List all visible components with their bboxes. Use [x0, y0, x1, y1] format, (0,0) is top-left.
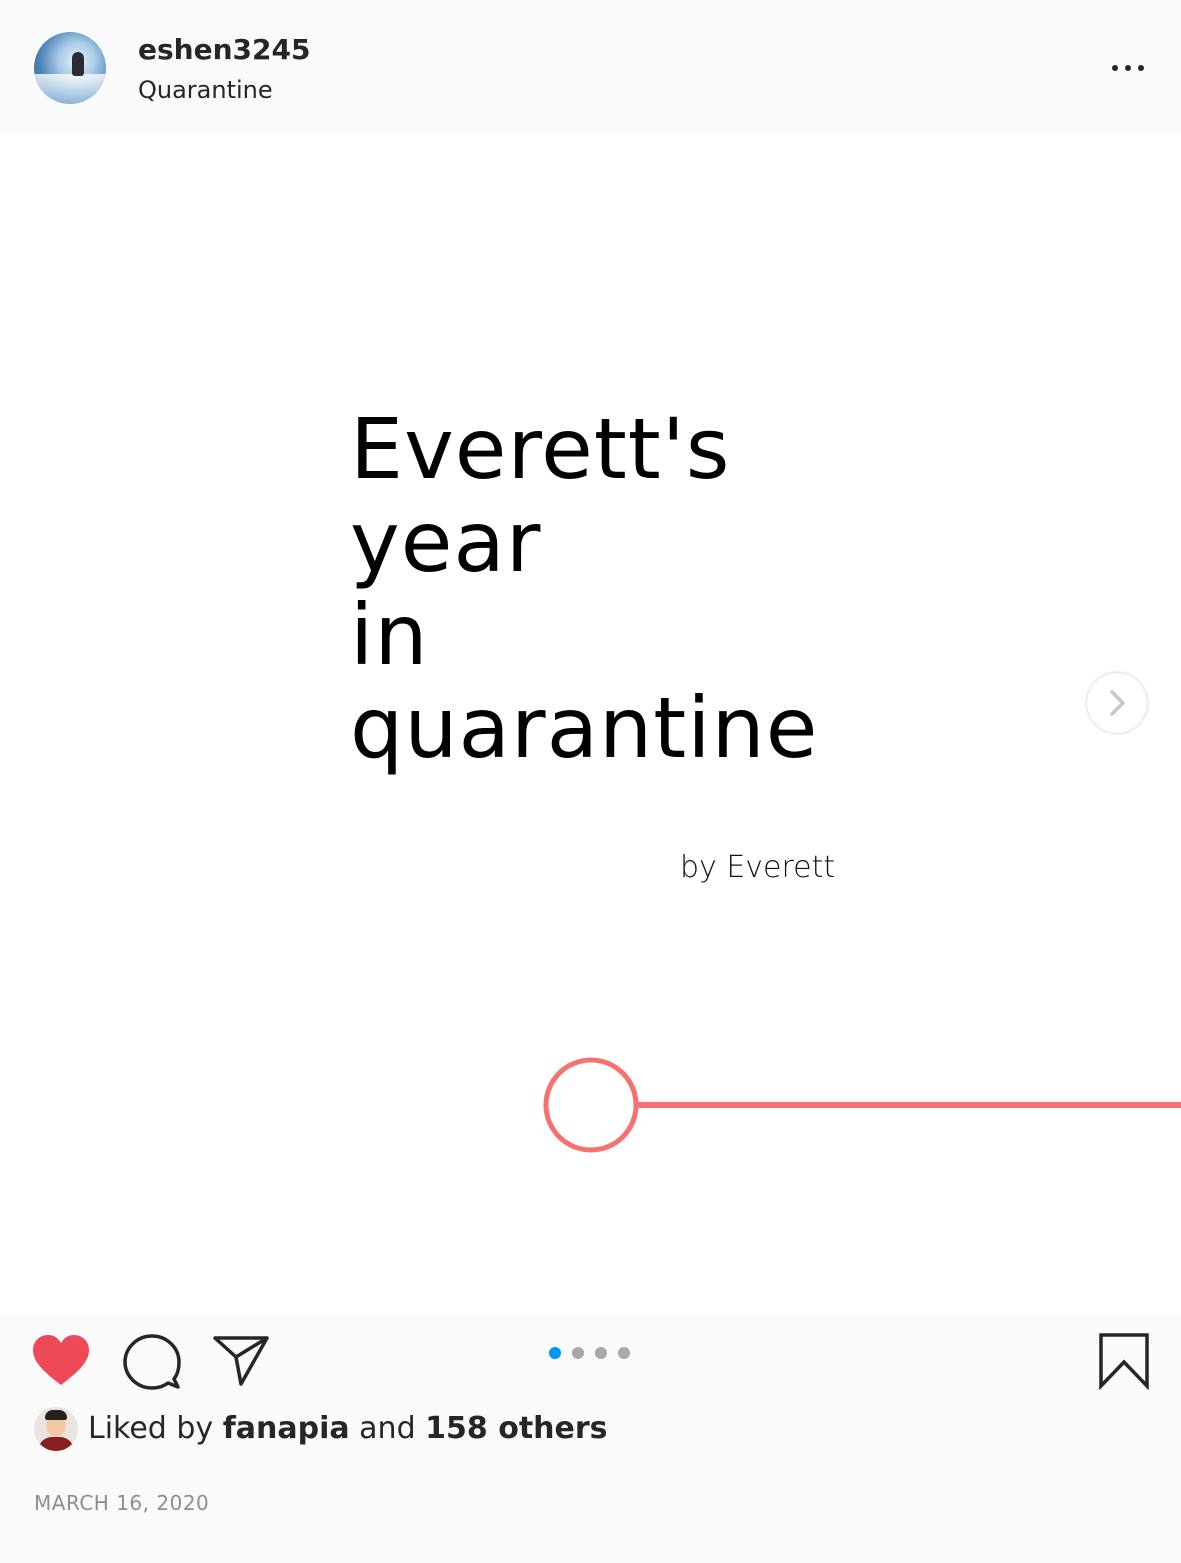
save-button[interactable]	[1098, 1332, 1150, 1391]
carousel-indicator	[549, 1347, 633, 1361]
post-date[interactable]: MARCH 16, 2020	[34, 1491, 209, 1515]
slide-byline: by Everett	[680, 850, 836, 885]
like-button[interactable]	[32, 1335, 90, 1387]
slide-title-line: year	[350, 493, 542, 591]
chevron-right-icon	[1110, 690, 1125, 716]
instagram-post: eshen3245 Quarantine Everett's year in q…	[0, 0, 1181, 1563]
liker-username-link[interactable]: fanapia	[223, 1411, 350, 1446]
timeline-node	[543, 1057, 639, 1153]
slide-title-line: quarantine	[350, 679, 819, 777]
slide-title-line: Everett's	[350, 400, 731, 498]
carousel-dot	[618, 1347, 630, 1359]
comment-button[interactable]	[122, 1333, 182, 1391]
heart-filled-icon	[33, 1335, 89, 1385]
profile-avatar[interactable]	[34, 32, 106, 104]
slide-title: Everett's year in quarantine	[350, 403, 818, 775]
liker-avatar[interactable]	[34, 1407, 78, 1451]
likes-text: Liked by fanapia and 158 others	[88, 1411, 608, 1446]
comment-icon	[123, 1334, 181, 1390]
carousel-dot	[572, 1347, 584, 1359]
carousel-dot	[549, 1347, 561, 1359]
more-options-icon[interactable]	[1104, 54, 1152, 82]
bookmark-icon	[1099, 1333, 1149, 1391]
share-button[interactable]	[212, 1335, 270, 1387]
location-link[interactable]: Quarantine	[138, 76, 273, 104]
post-actions: Liked by fanapia and 158 others MARCH 16…	[0, 1315, 1181, 1563]
likes-summary: Liked by fanapia and 158 others	[34, 1407, 734, 1453]
paper-plane-icon	[213, 1336, 269, 1386]
slide-title-line: in	[350, 586, 429, 684]
carousel-dot	[595, 1347, 607, 1359]
username-link[interactable]: eshen3245	[138, 33, 310, 66]
avatar-figure	[72, 52, 84, 76]
likes-count-link[interactable]: 158 others	[425, 1411, 607, 1446]
next-slide-button[interactable]	[1087, 673, 1147, 733]
post-header: eshen3245 Quarantine	[0, 0, 1181, 133]
avatar-water	[34, 74, 106, 104]
carousel-slide: Everett's year in quarantine by Everett	[0, 133, 1181, 1315]
